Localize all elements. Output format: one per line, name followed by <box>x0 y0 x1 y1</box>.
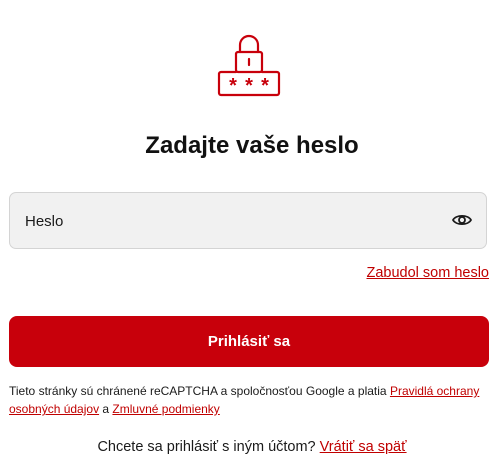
switch-account: Chcete sa prihlásiť s iným účtom? Vrátiť… <box>0 439 504 455</box>
switch-account-question: Chcete sa prihlásiť s iným účtom? <box>97 439 316 455</box>
page-title: Zadajte vaše heslo <box>145 132 359 159</box>
eye-icon[interactable] <box>452 212 472 228</box>
svg-text:*: * <box>261 75 269 97</box>
forgot-password-link[interactable]: Zabudol som heslo <box>366 265 489 281</box>
recaptcha-notice: Tieto stránky sú chránené reCAPTCHA a sp… <box>9 382 493 418</box>
recaptcha-text: Tieto stránky sú chránené reCAPTCHA a sp… <box>9 384 390 398</box>
svg-text:*: * <box>229 75 237 97</box>
password-field[interactable]: Heslo <box>9 192 487 249</box>
svg-text:*: * <box>245 75 253 97</box>
password-lock-icon: * * * <box>217 34 281 97</box>
password-label: Heslo <box>25 213 64 230</box>
back-link[interactable]: Vrátiť sa späť <box>320 439 407 455</box>
login-button[interactable]: Prihlásiť sa <box>9 316 489 367</box>
recaptcha-conjunction: a <box>99 402 113 416</box>
terms-link[interactable]: Zmluvné podmienky <box>112 402 219 416</box>
